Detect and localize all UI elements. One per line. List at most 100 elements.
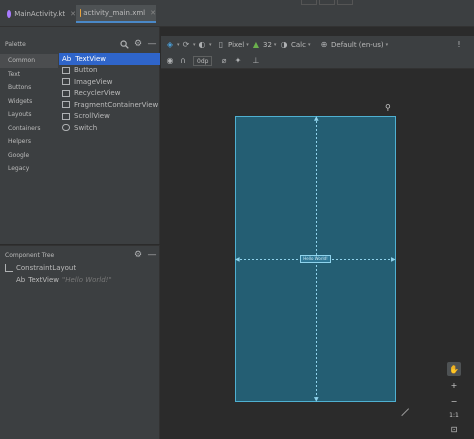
gear-icon[interactable]: ⚙ <box>132 249 144 261</box>
chevron-down-icon: ▾ <box>307 41 311 48</box>
resize-handle[interactable] <box>394 401 410 417</box>
toggle-icon <box>62 124 70 132</box>
widget-label: Switch <box>74 123 98 132</box>
night-mode-button[interactable]: ◐ ▾ <box>197 39 212 50</box>
widget-label: ScrollView <box>74 112 110 121</box>
rotate-icon: ⟳ <box>182 40 190 49</box>
pin-icon[interactable]: ⚲ <box>385 103 391 112</box>
palette-title: Palette <box>5 41 26 48</box>
category-google[interactable]: Google <box>0 149 58 163</box>
guidelines-button[interactable]: ⊥ <box>251 55 261 66</box>
arrow-left-icon: ◀ <box>235 256 240 263</box>
widget-imageview[interactable]: ImageView <box>59 76 160 88</box>
arrow-down-icon: ▼ <box>314 396 319 403</box>
infer-constraints-button[interactable]: ✦ <box>233 55 243 66</box>
category-layouts[interactable]: Layouts <box>0 108 58 122</box>
image-icon <box>62 78 70 86</box>
zoom-controls: ✋ + − 1:1 ⊡ <box>447 362 461 438</box>
zoom-to-fit-button[interactable]: ⊡ <box>447 422 461 436</box>
split-view-button[interactable] <box>319 0 335 5</box>
tree-item-textview[interactable]: Ab TextView "Hello World!" <box>16 276 112 284</box>
tab-activity-main[interactable]: activity_main.xml ✕ <box>76 5 156 23</box>
widget-fragmentcontainerview[interactable]: FragmentContainerView <box>59 99 160 111</box>
category-containers[interactable]: Containers <box>0 122 58 136</box>
widget-label: Button <box>74 66 98 75</box>
design-view-button[interactable] <box>337 0 353 5</box>
night-mode-icon: ◐ <box>198 40 206 49</box>
textview-icon: Ab <box>16 276 26 284</box>
tree-item-detail: "Hello World!" <box>62 276 112 284</box>
constraint-layout-icon <box>5 264 13 272</box>
fragment-icon <box>62 101 70 109</box>
locale-selector[interactable]: ⊕ Default (en-us) ▾ <box>319 39 389 50</box>
category-text[interactable]: Text <box>0 68 58 82</box>
category-helpers[interactable]: Helpers <box>0 135 58 149</box>
close-icon[interactable]: ✕ <box>150 9 156 17</box>
search-icon[interactable] <box>118 38 130 50</box>
category-widgets[interactable]: Widgets <box>0 95 58 109</box>
minimize-icon[interactable]: — <box>146 38 158 50</box>
pan-hand-button[interactable]: ✋ <box>447 362 461 376</box>
category-common[interactable]: Common <box>0 54 58 68</box>
default-margin-field[interactable]: 0dp <box>193 55 213 66</box>
category-buttons[interactable]: Buttons <box>0 81 58 95</box>
textview-widget[interactable]: Hello World! <box>300 255 331 263</box>
palette-header: Palette ⚙ — <box>0 35 160 53</box>
widget-label: TextView <box>75 54 107 63</box>
overflow-button[interactable]: ! <box>454 39 464 50</box>
locale-label: Default (en-us) <box>331 40 384 49</box>
category-legacy[interactable]: Legacy <box>0 162 58 176</box>
zoom-in-button[interactable]: + <box>447 378 461 392</box>
view-options-button[interactable]: ◉ <box>165 55 175 66</box>
design-surface-button[interactable]: ◈ ▾ <box>165 39 180 50</box>
api-level-selector[interactable]: ▲ 32 ▾ <box>251 39 277 50</box>
widget-switch[interactable]: Switch <box>59 122 160 134</box>
widget-textview[interactable]: Ab TextView <box>59 53 160 65</box>
theme-icon: ◑ <box>280 40 288 49</box>
kotlin-file-icon <box>7 10 12 18</box>
arrow-right-icon: ▶ <box>391 256 396 263</box>
warning-icon: ! <box>457 40 461 49</box>
widget-label: ImageView <box>74 77 113 86</box>
clear-constraints-button[interactable]: ⌀ <box>219 55 229 66</box>
widget-recyclerview[interactable]: RecyclerView <box>59 88 160 100</box>
globe-icon: ⊕ <box>320 40 328 49</box>
widget-scrollview[interactable]: ScrollView <box>59 111 160 123</box>
clear-constraints-icon: ⌀ <box>221 56 227 65</box>
scroll-icon <box>62 112 70 120</box>
code-view-button[interactable] <box>301 0 317 5</box>
list-icon <box>62 89 70 97</box>
component-tree-title: Component Tree <box>5 252 55 259</box>
chevron-down-icon: ▾ <box>177 41 180 48</box>
chevron-down-icon: ▾ <box>246 41 249 48</box>
eye-icon: ◉ <box>166 56 174 65</box>
device-selector[interactable]: ▯ Pixel ▾ <box>216 39 249 50</box>
orientation-button[interactable]: ⟳ ▾ <box>181 39 196 50</box>
tab-label: MainActivity.kt <box>14 10 66 18</box>
autoconnect-button[interactable]: ∩ <box>178 55 188 66</box>
margin-value: 0dp <box>193 55 213 66</box>
constraint-toolbar: ◉ ∩ 0dp ⌀ ✦ ⊥ <box>161 52 474 69</box>
chevron-down-icon: ▾ <box>273 41 277 48</box>
gear-icon[interactable]: ⚙ <box>132 38 144 50</box>
android-icon: ▲ <box>252 40 260 49</box>
design-canvas[interactable]: ⚲ ▲ ▼ ◀ ▶ Hello World! <box>161 70 474 439</box>
device-label: Pixel <box>228 40 245 49</box>
palette-panel: Palette ⚙ — Common Text Buttons Widgets … <box>0 27 160 244</box>
theme-selector[interactable]: ◑ Calc ▾ <box>279 39 311 50</box>
design-toolbar: ◈ ▾ ⟳ ▾ ◐ ▾ ▯ Pixel ▾ ▲ 32 ▾ ◑ Calc ▾ ⊕ Defaul… <box>161 36 474 52</box>
zoom-out-button[interactable]: − <box>447 394 461 408</box>
device-blueprint[interactable]: ▲ ▼ ◀ ▶ Hello World! <box>235 116 396 403</box>
textview-icon: Ab <box>62 55 72 64</box>
tab-label: activity_main.xml <box>83 9 146 17</box>
chevron-down-icon: ▾ <box>385 41 389 48</box>
widget-button[interactable]: Button <box>59 65 160 77</box>
minimize-icon[interactable]: — <box>146 249 158 261</box>
tree-item-constraintlayout[interactable]: ConstraintLayout <box>5 264 76 272</box>
tab-mainactivity[interactable]: MainActivity.kt ✕ <box>4 5 76 23</box>
palette-categories: Common Text Buttons Widgets Layouts Cont… <box>0 54 58 176</box>
tree-item-label: TextView <box>28 276 60 284</box>
api-label: 32 <box>263 40 272 49</box>
view-mode-buttons <box>299 0 474 6</box>
zoom-ratio-button[interactable]: 1:1 <box>447 410 461 422</box>
